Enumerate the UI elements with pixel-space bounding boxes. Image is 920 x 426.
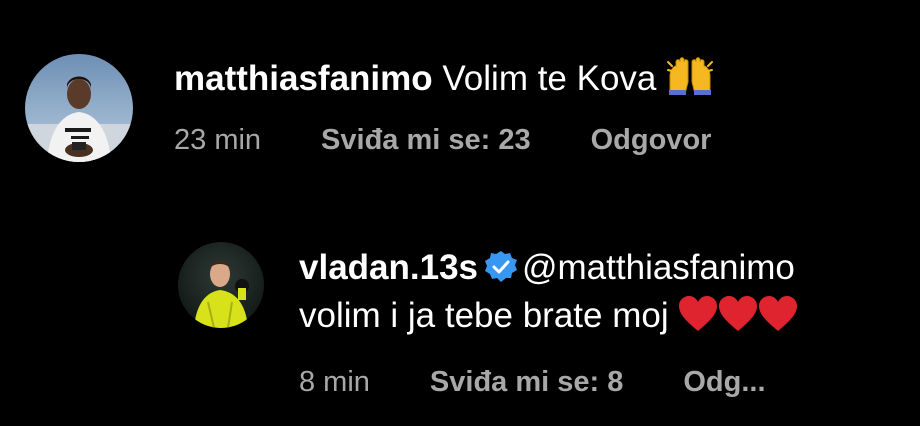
comment-meta: 23 min Sviđa mi se: 23 Odgovor [174,123,711,157]
comment-likes[interactable]: Sviđa mi se: 23 [321,124,531,156]
comment-time: 23 min [174,124,262,156]
reply-time: 8 min [299,366,370,398]
raised-hands-icon [666,56,714,105]
comment-text: Volim te Kova [442,59,657,98]
reply-meta: 8 min Sviđa mi se: 8 Odg... [299,365,766,399]
avatar-matthiasfanimo[interactable] [25,54,133,162]
comment-username[interactable]: matthiasfanimo [174,59,433,98]
red-heart-icon [678,295,718,342]
reply-username[interactable]: vladan.13s [299,248,478,287]
comment-item: matthiasfanimo Volim te Kova 23 min Sviđa… [0,0,920,180]
avatar-vladan13s[interactable] [178,242,264,328]
verified-badge-icon [484,250,518,293]
comment-text-line: matthiasfanimo Volim te Kova [174,56,714,105]
reply-text-line-1: vladan.13s @matthiasfanimo [299,248,795,293]
reply-reply-button[interactable]: Odg... [683,366,765,398]
reply-text-line-2: volim i ja tebe brate moj [299,295,798,342]
reply-text: volim i ja tebe brate moj [299,296,669,335]
comment-reply-button[interactable]: Odgovor [591,124,712,156]
red-heart-icon [758,295,798,342]
reply-item: vladan.13s @matthiasfanimo volim i ja te… [0,200,920,426]
reply-mention[interactable]: @matthiasfanimo [522,248,795,287]
reply-likes[interactable]: Sviđa mi se: 8 [430,366,623,398]
red-heart-icon [718,295,758,342]
